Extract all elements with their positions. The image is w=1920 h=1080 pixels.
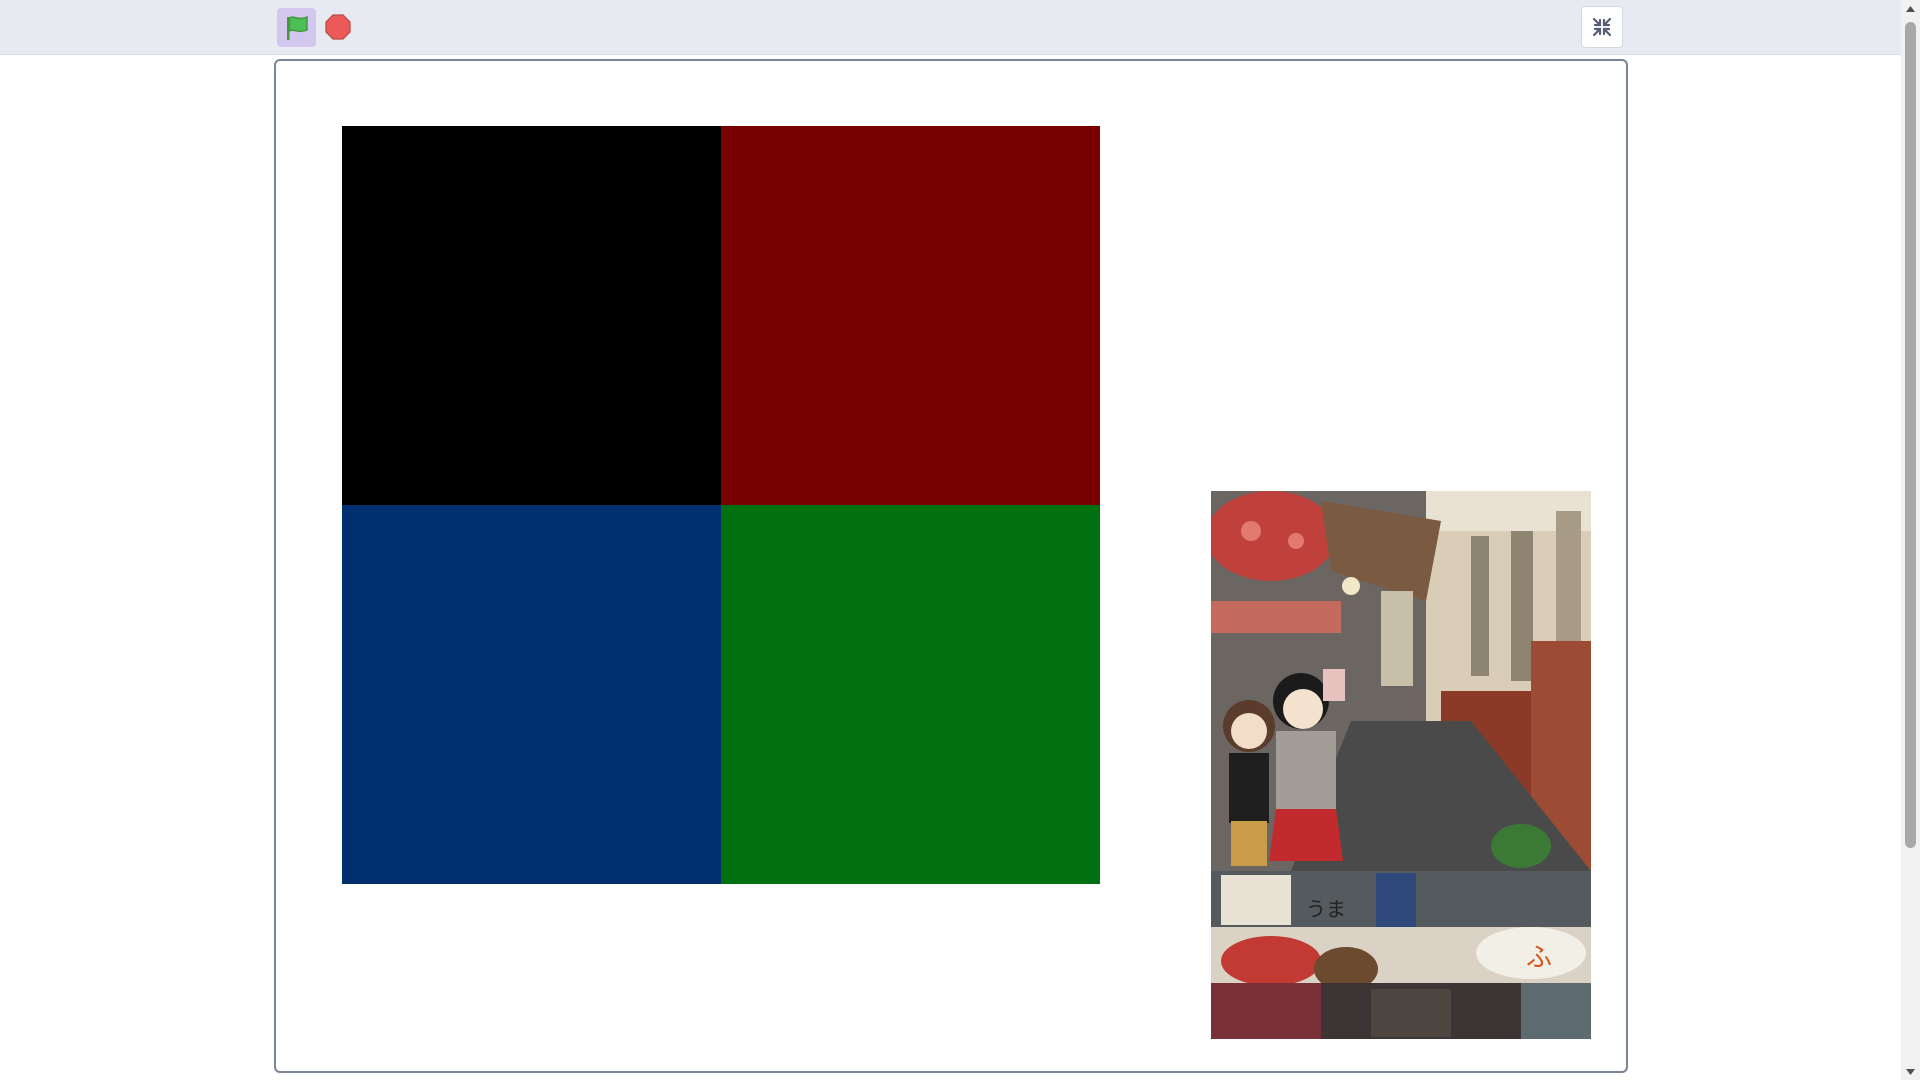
stage-header <box>0 0 1901 55</box>
stop-button[interactable] <box>323 12 353 42</box>
scroll-down-button[interactable] <box>1901 1063 1920 1080</box>
stage[interactable]: うま ふ <box>274 59 1628 1073</box>
red-square[interactable] <box>721 126 1100 505</box>
exit-fullscreen-button[interactable] <box>1581 6 1623 48</box>
unfullscreen-icon <box>1592 17 1612 37</box>
sign-text: うま <box>1306 897 1346 921</box>
scroll-thumb[interactable] <box>1905 22 1916 848</box>
anime-street-sprite[interactable]: うま ふ <box>1211 491 1591 1039</box>
sign-text-2: ふ <box>1526 943 1552 973</box>
green-square[interactable] <box>721 505 1100 884</box>
stop-icon <box>325 14 351 40</box>
triangle-down-icon <box>1906 1068 1915 1075</box>
green-flag-icon <box>286 15 308 40</box>
black-square[interactable] <box>342 126 721 505</box>
green-flag-button[interactable] <box>277 8 316 47</box>
triangle-up-icon <box>1906 5 1915 12</box>
vertical-scrollbar[interactable] <box>1901 0 1920 1080</box>
blue-square[interactable] <box>342 505 721 884</box>
anime-street-illustration: うま ふ <box>1211 491 1591 1039</box>
scroll-up-button[interactable] <box>1901 0 1920 17</box>
